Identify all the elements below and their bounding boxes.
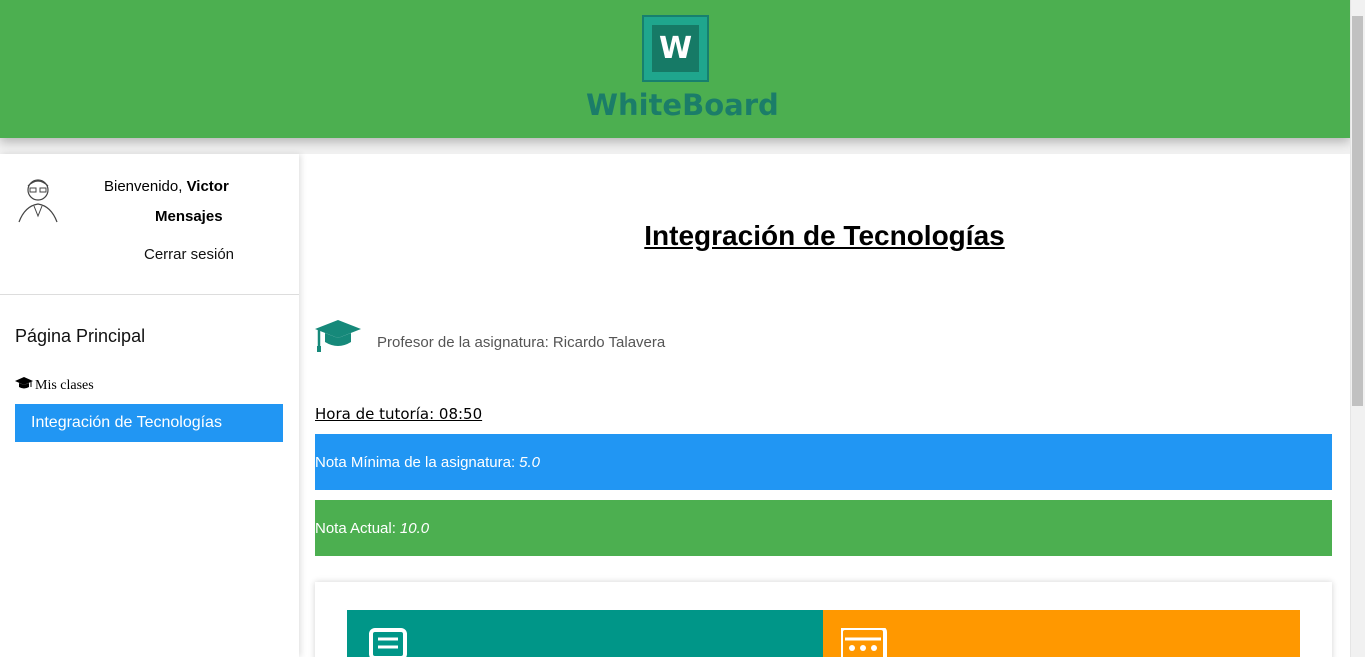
grades-tile[interactable] bbox=[823, 610, 1300, 657]
main-content: Integración de Tecnologías Profesor de l… bbox=[299, 154, 1350, 657]
current-grade-value: 10.0 bbox=[399, 519, 430, 537]
my-classes-label: Mis clases bbox=[15, 377, 94, 395]
my-classes-text: Mis clases bbox=[35, 378, 94, 393]
sidebar-divider bbox=[0, 294, 299, 295]
graduation-cap-icon bbox=[15, 377, 33, 395]
subject-tools-card bbox=[315, 582, 1332, 657]
logo-letter: W bbox=[652, 25, 699, 72]
min-grade-label: Nota Mínima de la asignatura: bbox=[315, 453, 516, 471]
sidebar-item-class[interactable]: Integración de Tecnologías bbox=[15, 404, 283, 442]
calculator-icon bbox=[841, 628, 887, 657]
welcome-text: Bienvenido, Victor bbox=[104, 178, 229, 195]
messages-link[interactable]: Mensajes bbox=[155, 208, 223, 225]
current-grade-banner: Nota Actual: 10.0 bbox=[315, 500, 1332, 556]
page-title: Integración de Tecnologías bbox=[644, 220, 1005, 251]
min-grade-value: 5.0 bbox=[519, 453, 540, 471]
whiteboard-logo[interactable]: W bbox=[642, 15, 709, 82]
home-link[interactable]: Página Principal bbox=[15, 326, 145, 347]
brand-name[interactable]: WhiteBoard bbox=[586, 88, 779, 122]
sidebar: Bienvenido, Victor Mensajes Cerrar sesió… bbox=[0, 154, 299, 657]
graduation-cap-icon bbox=[315, 320, 361, 354]
min-grade-banner: Nota Mínima de la asignatura: 5.0 bbox=[315, 434, 1332, 490]
welcome-prefix: Bienvenido, bbox=[104, 178, 187, 195]
book-icon bbox=[369, 628, 407, 657]
tutoring-hour: Hora de tutoría: 08:50 bbox=[315, 405, 483, 423]
scrollbar-thumb[interactable] bbox=[1352, 16, 1363, 406]
avatar-icon bbox=[17, 176, 59, 224]
current-grade-label: Nota Actual: bbox=[315, 519, 396, 537]
user-name: Victor bbox=[186, 178, 229, 195]
page-scrollbar[interactable] bbox=[1350, 0, 1365, 657]
logout-link[interactable]: Cerrar sesión bbox=[144, 246, 234, 263]
top-header: W WhiteBoard bbox=[0, 0, 1350, 138]
professor-text: Profesor de la asignatura: Ricardo Talav… bbox=[377, 334, 666, 351]
materials-tile[interactable] bbox=[347, 610, 823, 657]
